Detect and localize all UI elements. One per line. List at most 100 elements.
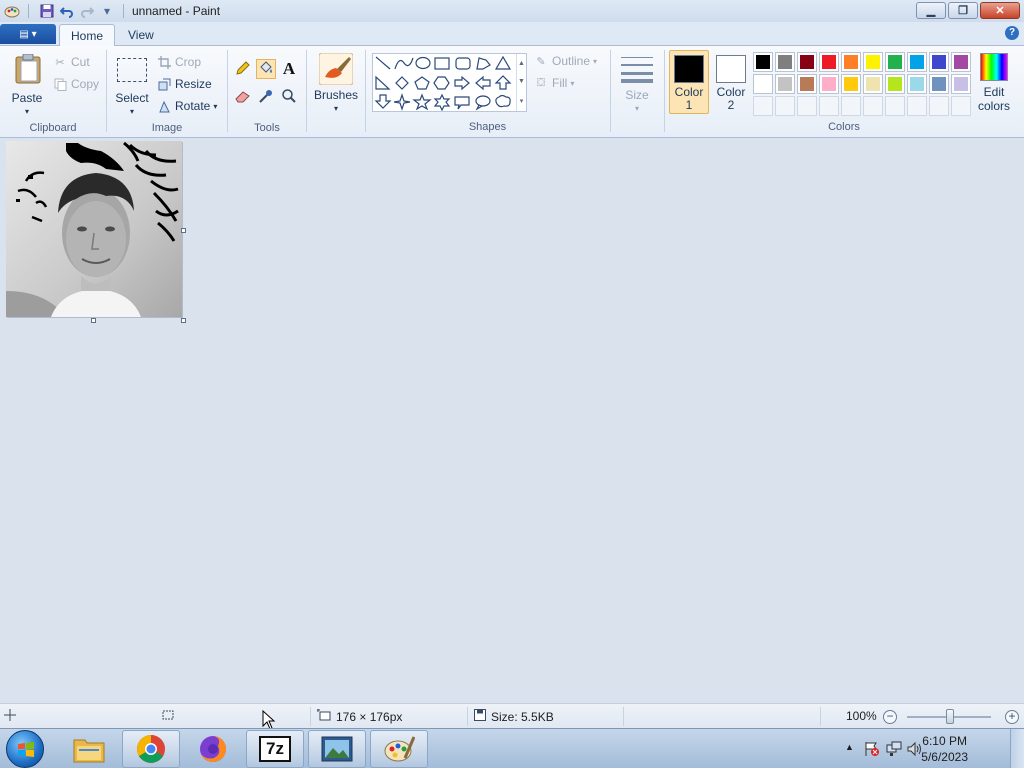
eraser-tool[interactable]	[233, 87, 253, 107]
zoom-in-button[interactable]: +	[1005, 710, 1019, 724]
taskbar-explorer[interactable]	[60, 730, 118, 768]
zoom-slider-thumb[interactable]	[946, 709, 954, 724]
outline-button[interactable]: ✎ Outline ▾	[534, 54, 597, 68]
palette-custom-slot[interactable]	[819, 96, 839, 116]
palette-custom-slot[interactable]	[929, 96, 949, 116]
palette-custom-slot[interactable]	[907, 96, 927, 116]
palette-color-fill	[756, 55, 770, 69]
palette-custom-slot[interactable]	[797, 96, 817, 116]
palette-color-swatch[interactable]	[841, 74, 861, 94]
minimize-button[interactable]: ▁	[916, 2, 946, 19]
help-icon[interactable]: ?	[1005, 26, 1019, 40]
taskbar-7zip[interactable]: 7z	[246, 730, 304, 768]
fill-button[interactable]: ⛋ Fill ▾	[534, 76, 575, 90]
tab-view[interactable]: View	[117, 24, 165, 47]
oval-shape-icon	[415, 56, 431, 70]
taskbar-paint[interactable]	[370, 730, 428, 768]
palette-color-swatch[interactable]	[753, 74, 773, 94]
fill-icon: ⛋	[536, 76, 546, 89]
taskbar-firefox[interactable]	[184, 730, 242, 768]
select-button[interactable]: Select ▾	[112, 52, 152, 116]
palette-color-swatch[interactable]	[863, 74, 883, 94]
palette-custom-slot[interactable]	[753, 96, 773, 116]
palette-custom-slot[interactable]	[863, 96, 883, 116]
scroll-down-icon[interactable]: ▼	[518, 78, 525, 85]
palette-color-fill	[866, 55, 880, 69]
palette-color-swatch[interactable]	[929, 74, 949, 94]
shapes-scrollbar[interactable]: ▲ ▼ ▾	[516, 54, 526, 111]
undo-icon[interactable]	[59, 3, 75, 19]
palette-custom-slot[interactable]	[951, 96, 971, 116]
palette-color-swatch[interactable]	[775, 74, 795, 94]
drawing-canvas[interactable]	[6, 141, 182, 317]
palette-color-fill	[888, 77, 902, 91]
copy-button[interactable]: Copy	[53, 77, 99, 91]
palette-custom-slot[interactable]	[841, 96, 861, 116]
palette-color-swatch[interactable]	[797, 52, 817, 72]
palette-color-swatch[interactable]	[775, 52, 795, 72]
taskbar-chrome[interactable]	[122, 730, 180, 768]
palette-color-swatch[interactable]	[951, 52, 971, 72]
start-button[interactable]	[6, 730, 44, 768]
palette-color-swatch[interactable]	[863, 52, 883, 72]
palette-color-swatch[interactable]	[907, 52, 927, 72]
crop-button[interactable]: Crop	[157, 55, 201, 69]
palette-color-swatch[interactable]	[885, 74, 905, 94]
palette-color-swatch[interactable]	[753, 52, 773, 72]
resize-handle-corner[interactable]	[181, 318, 186, 323]
fill-tool[interactable]	[256, 59, 276, 79]
palette-color-swatch[interactable]	[819, 74, 839, 94]
brushes-button[interactable]: Brushes ▾	[311, 51, 361, 115]
palette-color-swatch[interactable]	[841, 52, 861, 72]
expand-gallery-icon[interactable]: ▾	[520, 97, 524, 105]
redo-icon	[79, 3, 95, 19]
taskbar-photo-viewer[interactable]	[308, 730, 366, 768]
pencil-tool[interactable]	[233, 59, 253, 79]
edit-colors-button[interactable]: Edit colors	[974, 51, 1014, 115]
palette-custom-slot[interactable]	[885, 96, 905, 116]
image-group-label: Image	[151, 122, 183, 134]
zoom-out-button[interactable]: −	[883, 710, 897, 724]
resize-button[interactable]: Resize	[157, 77, 212, 91]
action-center-icon[interactable]	[864, 741, 880, 760]
show-hidden-icons-icon[interactable]: ▲	[845, 742, 854, 752]
color1-button[interactable]: Color 1	[669, 50, 709, 114]
7zip-icon-text: 7z	[266, 739, 284, 758]
photo-viewer-icon	[321, 736, 353, 762]
restore-button[interactable]: ❐	[948, 2, 978, 19]
save-icon[interactable]	[39, 3, 55, 19]
palette-color-fill	[932, 55, 946, 69]
cut-button[interactable]: ✂ Cut	[53, 55, 89, 69]
resize-handle-bottom[interactable]	[91, 318, 96, 323]
text-tool[interactable]: A	[279, 59, 299, 79]
color2-button[interactable]: Color 2	[711, 50, 751, 114]
show-desktop-button[interactable]	[1010, 729, 1024, 768]
status-divider	[623, 707, 624, 726]
customize-qat-icon[interactable]: ▾	[99, 3, 115, 19]
paint-menu-button[interactable]: ▤ ▾	[0, 24, 56, 44]
tab-home[interactable]: Home	[59, 24, 116, 47]
resize-handle-right[interactable]	[181, 228, 186, 233]
ribbon: Paste ▾ ✂ Cut Copy Clipboard Select ▾ Cr…	[0, 46, 1024, 138]
paint-app-icon[interactable]	[4, 3, 20, 19]
palette-color-swatch[interactable]	[797, 74, 817, 94]
color-picker-icon	[258, 88, 274, 107]
palette-custom-slot[interactable]	[775, 96, 795, 116]
network-icon[interactable]	[886, 741, 902, 760]
paste-button[interactable]: Paste ▾	[8, 52, 48, 116]
magnifier-tool[interactable]	[279, 87, 299, 107]
scroll-up-icon[interactable]: ▲	[518, 60, 525, 67]
canvas-workspace[interactable]	[0, 138, 1024, 703]
color-picker-tool[interactable]	[256, 87, 276, 107]
palette-color-swatch[interactable]	[819, 52, 839, 72]
palette-color-swatch[interactable]	[951, 74, 971, 94]
palette-color-swatch[interactable]	[885, 52, 905, 72]
size-button[interactable]: Size ▾	[616, 51, 658, 115]
palette-color-swatch[interactable]	[929, 52, 949, 72]
close-button[interactable]: ✕	[980, 2, 1020, 19]
right-triangle-shape-icon	[375, 75, 391, 90]
palette-color-swatch[interactable]	[907, 74, 927, 94]
clock[interactable]: 6:10 PM 5/6/2023	[921, 733, 968, 765]
dimensions-text: 176 × 176px	[336, 709, 403, 724]
rotate-button[interactable]: Rotate ▾	[157, 99, 217, 113]
